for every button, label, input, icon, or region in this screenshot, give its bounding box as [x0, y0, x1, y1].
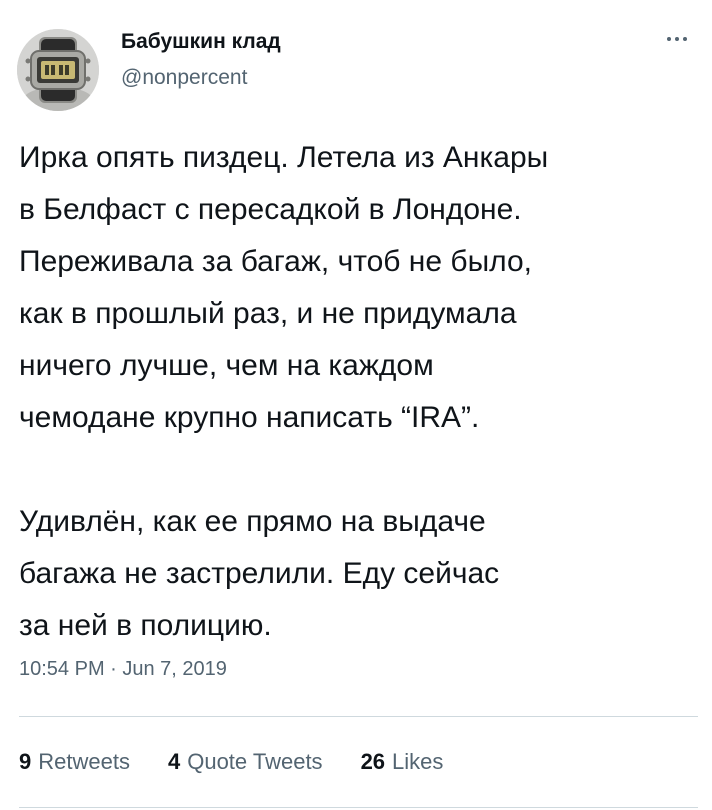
- likes-stat[interactable]: 26 Likes: [361, 749, 444, 775]
- tweet-paragraph: Ирка опять пиздец. Летела из Анкары в Бе…: [19, 141, 549, 434]
- tweet-timestamp[interactable]: 10:54 PM · Jun 7, 2019: [19, 658, 227, 681]
- user-handle[interactable]: @nonpercent: [121, 66, 247, 90]
- more-horizontal-icon: [675, 37, 679, 41]
- avatar[interactable]: [17, 29, 99, 111]
- more-horizontal-icon: [683, 37, 687, 41]
- retweets-count: 9: [19, 749, 32, 774]
- divider: [19, 807, 698, 808]
- likes-count: 26: [360, 749, 386, 774]
- more-options-button[interactable]: [660, 22, 694, 56]
- quote-tweets-label: Quote Tweets: [187, 749, 323, 774]
- retweets-stat[interactable]: 9 Retweets: [19, 749, 130, 775]
- tweet-paragraph: Удивлён, как ее прямо на выдаче багажа н…: [19, 505, 500, 642]
- retweets-label: Retweets: [38, 749, 130, 774]
- quote-tweets-count: 4: [167, 749, 181, 774]
- watch-icon: [17, 29, 99, 111]
- tweet-text: Ирка опять пиздец. Летела из Анкары в Бе…: [19, 132, 699, 652]
- tweet-stats: 9 Retweets 4 Quote Tweets 26 Likes: [19, 749, 481, 775]
- more-horizontal-icon: [667, 37, 671, 41]
- likes-label: Likes: [392, 749, 444, 774]
- divider: [19, 716, 698, 717]
- display-name[interactable]: Бабушкин клад: [121, 30, 281, 54]
- quote-tweets-stat[interactable]: 4 Quote Tweets: [168, 749, 323, 775]
